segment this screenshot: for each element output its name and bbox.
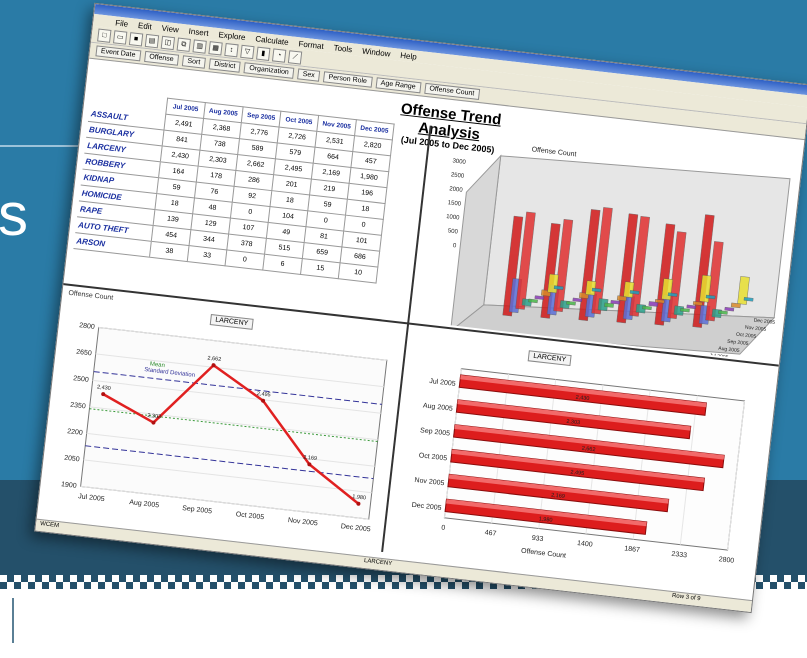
table-cell: 10	[338, 262, 378, 284]
offense-3d-chart: Offense Count300025002000150010005000Jul…	[446, 146, 791, 361]
menu-view[interactable]: View	[161, 23, 179, 34]
x-tick-label: Sep 2005	[182, 505, 213, 515]
chart-icon[interactable]: ▥	[192, 38, 207, 54]
offense-table: Jul 2005 Aug 2005 Sep 2005 Oct 2005 Nov …	[73, 89, 395, 284]
filter-sex[interactable]: Sex	[297, 68, 321, 82]
filter-event-date[interactable]: Event Date	[95, 45, 141, 62]
report-canvas: Offense Trend Analysis (Jul 2005 to Dec …	[37, 59, 804, 595]
status-row-count: Row 3 of 9	[671, 593, 701, 603]
y-tick-label: 0	[453, 243, 458, 249]
preview-icon[interactable]: ◫	[160, 35, 176, 50]
column-3d[interactable]	[547, 273, 559, 294]
y-tick-label: Oct 2005	[418, 452, 447, 462]
x-axis-label: Offense Count	[521, 548, 567, 560]
x-tick-label: Aug 2005	[129, 499, 160, 509]
menu-insert[interactable]: Insert	[188, 26, 209, 37]
column-3d[interactable]	[585, 280, 597, 296]
menu-help[interactable]: Help	[400, 50, 417, 61]
filter-offense[interactable]: Offense	[143, 50, 180, 66]
y-tick-label: 2500	[73, 375, 89, 384]
table-cell: 0	[225, 249, 265, 271]
y-tick-label: 2650	[76, 349, 92, 358]
x-tick-label: 2333	[671, 551, 687, 560]
x-tick-label: Nov 2005	[287, 517, 318, 527]
menu-edit[interactable]: Edit	[138, 20, 153, 31]
footer-divider	[12, 598, 14, 643]
x-tick-label: 933	[531, 535, 544, 543]
table-cell: 6	[262, 254, 303, 275]
y-tick-label: Sep 2005	[420, 427, 451, 437]
y-tick-label: 1000	[446, 214, 461, 222]
line-chart-ylabel: Offense Count	[67, 289, 114, 302]
filter-sort[interactable]: Sort	[181, 55, 206, 69]
filter-age-range[interactable]: Age Range	[375, 77, 422, 94]
y-tick-label: Nov 2005	[414, 477, 445, 487]
copy-icon[interactable]: ⧉	[176, 37, 192, 52]
save-icon[interactable]: ■	[128, 31, 144, 46]
x-tick-label: Jul 2005	[78, 493, 105, 503]
y-tick-label: 3000	[452, 158, 467, 166]
slide-title-fragment: s	[0, 181, 28, 248]
table-cell: 33	[187, 245, 227, 266]
x-tick-label: 2800	[718, 556, 734, 565]
x-tick-label: 467	[484, 529, 497, 537]
sort-icon[interactable]: ↕	[224, 42, 239, 57]
y-tick-label: 2000	[449, 186, 464, 194]
x-tick-label: 1867	[624, 545, 640, 554]
larceny-bar-chart: 046793314001867233328002,430Jul 20052,30…	[411, 368, 746, 565]
print-icon[interactable]: ▤	[144, 33, 160, 48]
y-tick-label: 2800	[79, 322, 95, 331]
x-tick-label: 1400	[577, 540, 593, 549]
new-file-icon[interactable]: □	[97, 27, 112, 43]
menu-tools[interactable]: Tools	[333, 43, 353, 54]
y-tick-label: Dec 2005	[411, 502, 442, 512]
table-cell: 38	[149, 241, 190, 262]
bar-chart-offense-dropdown[interactable]: LARCENY	[527, 350, 572, 367]
y-tick-label: 2200	[67, 428, 83, 437]
y-tick-label: 500	[447, 228, 458, 235]
y-tick-label: 2050	[64, 455, 80, 464]
larceny-line-chart: 2800265025002350220020501900MeanStandard…	[61, 322, 388, 533]
line-chart-icon[interactable]: ⟋	[287, 49, 303, 65]
y-tick-label: 2500	[451, 172, 466, 180]
slide-accent-line	[0, 145, 80, 147]
chart-ylabel: Offense Count	[531, 146, 577, 158]
filter-icon[interactable]: ▽	[240, 44, 255, 59]
table-cell: 15	[300, 258, 341, 279]
y-tick-label: 2350	[70, 402, 86, 411]
y-tick-label: Aug 2005	[423, 402, 454, 412]
menu-file[interactable]: File	[115, 18, 129, 28]
table-icon[interactable]: ▦	[208, 40, 223, 56]
filter-district[interactable]: District	[208, 58, 241, 73]
app-window: File Edit View Insert Explore Calculate …	[34, 2, 807, 614]
open-folder-icon[interactable]: ▭	[113, 29, 128, 45]
y-tick-label: 1900	[61, 481, 77, 490]
line-chart-offense-dropdown[interactable]: LARCENY	[209, 314, 254, 330]
status-filter: LARCENY	[363, 557, 393, 568]
x-tick-label: Oct 2005	[235, 511, 264, 521]
y-tick-label: 1500	[447, 200, 462, 208]
y-tick-label: Jul 2005	[429, 378, 456, 388]
x-tick-label: Dec 2005	[340, 523, 371, 533]
status-left: WCEM	[39, 521, 60, 530]
bar-chart-icon[interactable]: ▮	[256, 46, 271, 61]
pie-chart-icon[interactable]: ◔	[272, 47, 287, 63]
x-tick-label: 0	[441, 525, 446, 532]
column-3d[interactable]	[623, 281, 635, 298]
